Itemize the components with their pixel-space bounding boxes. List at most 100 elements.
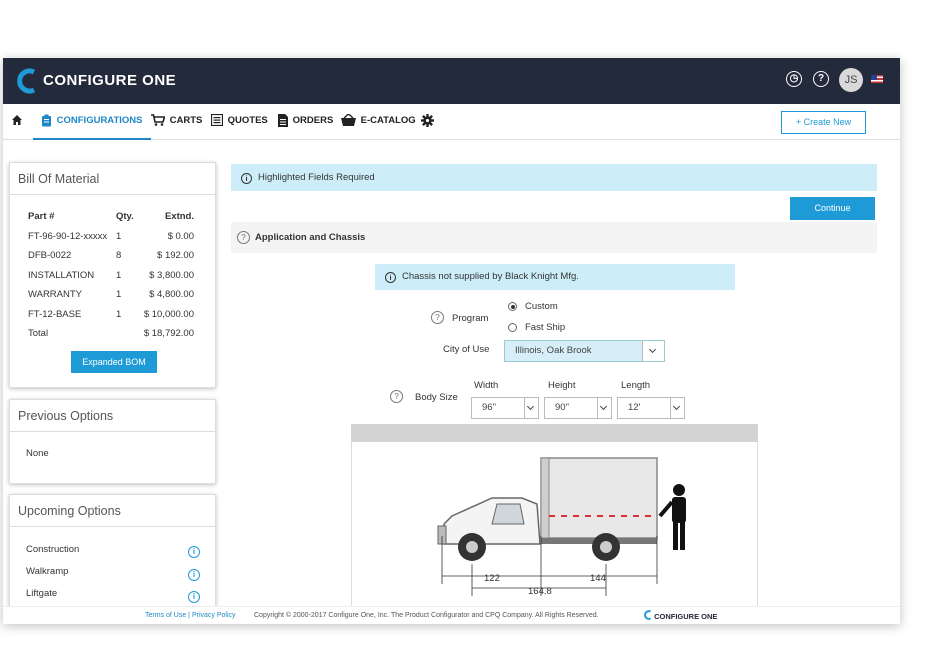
bom-table: Part # Qty. Extnd. FT-96-90-12-xxxxx 1 $… — [28, 211, 194, 348]
length-select[interactable]: 12' — [617, 397, 685, 419]
configure-one-logo-icon — [644, 610, 651, 620]
chevron-down-icon — [597, 398, 611, 418]
table-row: DFB-0022 8 $ 192.00 — [28, 250, 194, 270]
cell-qty: 8 — [116, 250, 122, 261]
diagram-header-bar — [351, 424, 758, 442]
program-option-fast-ship[interactable]: Fast Ship — [525, 322, 565, 333]
upcoming-options-panel: Upcoming Options Construction i Walkramp… — [9, 494, 216, 624]
previous-options-panel: Previous Options None — [9, 399, 216, 484]
home-icon — [12, 115, 22, 126]
cell-extnd: $ 10,000.00 — [143, 308, 194, 320]
total-value: $ 18,792.00 — [143, 328, 194, 339]
table-row: WARRANTY 1 $ 4,800.00 — [28, 289, 194, 309]
history-clock-icon[interactable]: ◷ — [786, 71, 802, 87]
height-select[interactable]: 90" — [544, 397, 612, 419]
help-icon[interactable]: ? — [813, 71, 829, 87]
header-qty: Qty. — [116, 211, 134, 222]
city-of-use-select[interactable]: Illinois, Oak Brook — [504, 340, 665, 362]
expanded-bom-button[interactable]: Expanded BOM — [71, 351, 157, 373]
info-icon: i — [241, 173, 252, 184]
continue-button[interactable]: Continue — [790, 197, 875, 220]
height-label: Height — [548, 380, 576, 391]
dimension-body-length: 144 — [590, 573, 606, 584]
tab-quotes[interactable]: QUOTES — [211, 104, 268, 140]
width-label: Width — [474, 380, 499, 391]
info-icon[interactable]: i — [188, 569, 200, 581]
help-icon[interactable]: ? — [431, 311, 444, 324]
help-icon[interactable]: ? — [237, 231, 250, 244]
home-tab[interactable] — [11, 104, 25, 140]
cell-part: FT-96-90-12-xxxxx — [28, 230, 108, 242]
dimension-overall-cab: 122 — [484, 573, 500, 584]
user-avatar[interactable]: JS — [839, 68, 863, 92]
terms-of-use-link[interactable]: Terms of Use — [145, 612, 186, 619]
header-extnd: Extnd. — [164, 211, 194, 222]
configure-one-logo-icon — [17, 68, 36, 94]
length-label: Length — [621, 380, 651, 391]
previous-options-value: None — [26, 448, 49, 459]
width-value: 96" — [482, 402, 496, 413]
tab-carts[interactable]: CARTS — [151, 104, 202, 140]
cart-icon — [151, 114, 165, 127]
us-flag-icon[interactable] — [871, 75, 883, 83]
section-header-application-chassis[interactable]: Application and Chassis — [231, 222, 877, 253]
gear-icon — [421, 113, 434, 127]
total-row: Total $ 18,792.00 — [28, 328, 194, 348]
copyright-text: Copyright © 2000-2017 Configure One, Inc… — [254, 612, 599, 619]
help-icon[interactable]: ? — [390, 390, 403, 403]
info-icon: i — [385, 272, 396, 283]
create-new-button[interactable]: + Create New — [781, 111, 866, 134]
total-label: Total — [28, 328, 49, 339]
tab-label: E-CATALOG — [360, 115, 416, 126]
required-fields-notice: i Highlighted Fields Required — [231, 164, 877, 191]
notice-text: Highlighted Fields Required — [258, 172, 375, 183]
tab-label: CONFIGURATIONS — [56, 115, 143, 126]
info-icon[interactable]: i — [188, 591, 200, 603]
cell-qty: 1 — [116, 230, 122, 242]
header-part: Part # — [28, 211, 55, 222]
footer-logo: CONFIGURE ONE — [643, 610, 717, 621]
program-label: Program — [452, 313, 489, 324]
cell-qty: 1 — [116, 289, 122, 300]
panel-title: Bill Of Material — [10, 163, 215, 195]
bill-of-material-panel: Bill Of Material Part # Qty. Extnd. FT-9… — [9, 162, 216, 388]
cell-extnd: $ 192.00 — [157, 250, 194, 261]
basket-icon — [341, 114, 356, 127]
brand-name: CONFIGURE ONE — [43, 72, 177, 89]
program-option-custom[interactable]: Custom — [525, 301, 558, 312]
app-window: CONFIGURE ONE ◷ ? JS CONFIGURATIONS CART… — [3, 58, 900, 624]
section-title: Application and Chassis — [255, 232, 366, 243]
table-row: FT-96-90-12-xxxxx 1 $ 0.00 — [28, 231, 194, 251]
cell-extnd: $ 4,800.00 — [149, 289, 194, 300]
tab-orders[interactable]: ORDERS — [278, 104, 333, 140]
tab-configurations[interactable]: CONFIGURATIONS — [33, 104, 151, 140]
tab-e-catalog[interactable]: E-CATALOG — [341, 104, 416, 140]
truck-diagram: 122 144 164.8 — [351, 424, 758, 624]
panel-title: Upcoming Options — [10, 495, 215, 527]
cell-qty: 1 — [116, 308, 122, 320]
tab-label: ORDERS — [292, 115, 334, 126]
width-select[interactable]: 96" — [471, 397, 539, 419]
tab-settings[interactable] — [421, 104, 436, 140]
height-value: 90" — [555, 402, 569, 413]
footer-links: Terms of Use | Privacy Policy — [145, 612, 236, 619]
program-radio-custom[interactable] — [508, 302, 517, 311]
privacy-policy-link[interactable]: Privacy Policy — [192, 612, 236, 619]
document-icon — [278, 113, 288, 127]
panel-title: Previous Options — [10, 400, 215, 432]
cell-extnd: $ 0.00 — [167, 230, 194, 242]
tab-label: CARTS — [169, 115, 203, 126]
cell-part: DFB-0022 — [28, 250, 72, 261]
notice-text: Chassis not supplied by Black Knight Mfg… — [402, 271, 579, 282]
list-icon — [211, 114, 223, 127]
footer: Terms of Use | Privacy Policy Copyright … — [3, 606, 900, 624]
clipboard-icon — [42, 114, 51, 127]
cell-qty: 1 — [116, 269, 122, 281]
info-icon[interactable]: i — [188, 546, 200, 558]
program-radio-fast-ship[interactable] — [508, 323, 517, 332]
cell-extnd: $ 3,800.00 — [149, 269, 194, 281]
body-size-label: Body Size — [415, 392, 458, 403]
chevron-down-icon — [642, 341, 664, 361]
city-of-use-value: Illinois, Oak Brook — [515, 345, 592, 356]
cell-part: INSTALLATION — [28, 269, 95, 281]
